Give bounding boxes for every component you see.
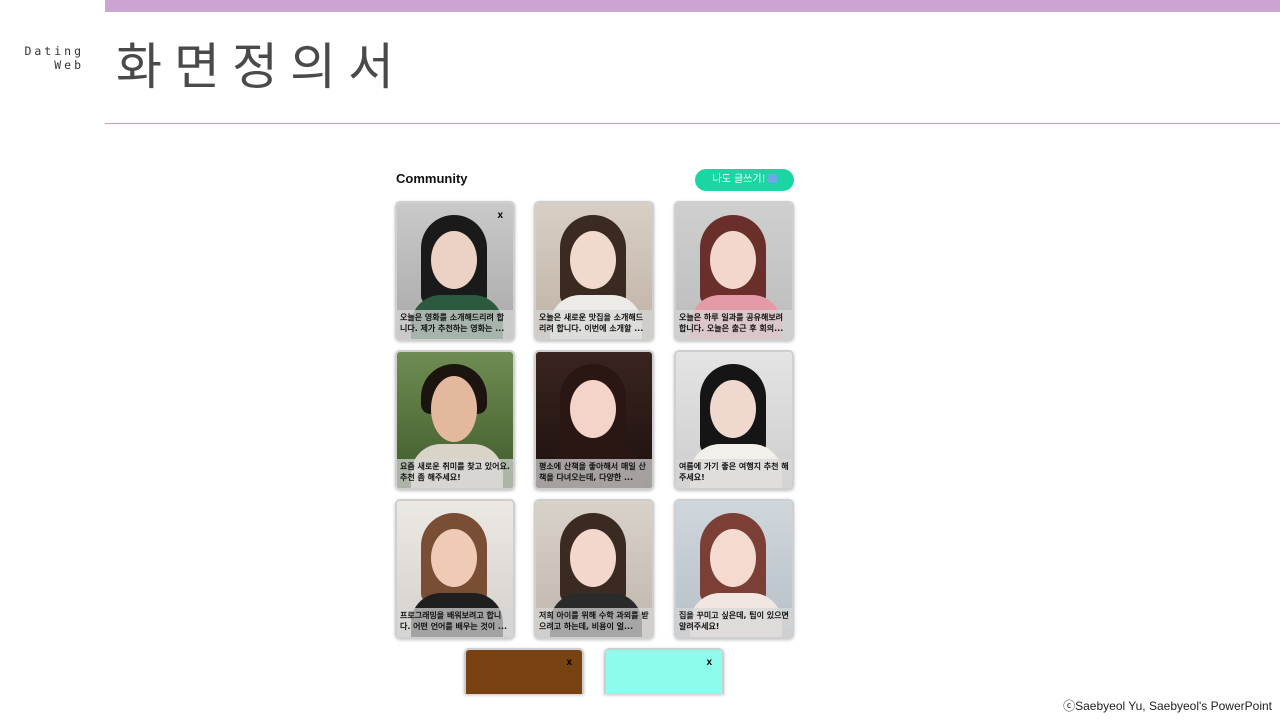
write-post-button[interactable]: 나도 글쓰기! [695, 169, 794, 191]
post-card[interactable]: 프로그래밍을 배워보려고 합니다. 어떤 언어를 배우는 것이 ... [395, 499, 515, 639]
post-caption: 여름에 가기 좋은 여행지 추천 해주세요! [676, 459, 792, 488]
post-photo [466, 650, 582, 694]
close-icon[interactable]: x [497, 210, 503, 221]
post-caption: 평소에 산책을 좋아해서 매일 산책을 다녀오는데, 다양한 ... [536, 459, 652, 488]
post-caption: 오늘은 하루 일과를 공유해보려 합니다. 오늘은 출근 후 회의... [676, 310, 792, 339]
side-label: Dating Web [0, 44, 84, 72]
post-card[interactable]: x [604, 648, 724, 694]
page-title: 화면정의서 [116, 38, 406, 96]
post-card[interactable]: 평소에 산책을 좋아해서 매일 산책을 다녀오는데, 다양한 ... [534, 350, 654, 490]
side-label-line2: Web [54, 58, 84, 72]
post-caption: 요즘 새로운 취미를 찾고 있어요. 추천 좀 해주세요! [397, 459, 513, 488]
top-accent-bar [105, 0, 1280, 12]
post-caption: 오늘은 영화를 소개해드리려 합니다. 제가 추천하는 영화는 ... [397, 310, 513, 339]
post-card[interactable]: 저희 아이를 위해 수학 과외를 받으려고 하는데, 비용이 얼... [534, 499, 654, 639]
close-icon[interactable]: x [706, 657, 712, 668]
post-caption: 오늘은 새로운 맛집을 소개해드리려 합니다. 이번에 소개할 ... [536, 310, 652, 339]
post-card[interactable]: 오늘은 새로운 맛집을 소개해드리려 합니다. 이번에 소개할 ... [534, 201, 654, 341]
community-title: Community [396, 171, 468, 186]
post-caption: 집을 꾸미고 싶은데, 팁이 있으면 알려주세요! [676, 608, 792, 637]
write-post-label: 나도 글쓰기! [712, 174, 766, 185]
post-card[interactable]: x 오늘은 영화를 소개해드리려 합니다. 제가 추천하는 영화는 ... [395, 201, 515, 341]
copyright-text: ⓒSaebyeol Yu, Saebyeol's PowerPoint [1063, 699, 1272, 713]
post-photo [606, 650, 722, 694]
side-label-line1: Dating [24, 44, 84, 58]
post-card[interactable]: x [464, 648, 584, 694]
sparkle-icon [767, 174, 777, 183]
post-card[interactable]: 요즘 새로운 취미를 찾고 있어요. 추천 좀 해주세요! [395, 350, 515, 490]
close-icon[interactable]: x [566, 657, 572, 668]
post-card[interactable]: 오늘은 하루 일과를 공유해보려 합니다. 오늘은 출근 후 회의... [674, 201, 794, 341]
title-divider [105, 123, 1280, 124]
post-card[interactable]: 집을 꾸미고 싶은데, 팁이 있으면 알려주세요! [674, 499, 794, 639]
post-caption: 프로그래밍을 배워보려고 합니다. 어떤 언어를 배우는 것이 ... [397, 608, 513, 637]
post-card[interactable]: 여름에 가기 좋은 여행지 추천 해주세요! [674, 350, 794, 490]
post-caption: 저희 아이를 위해 수학 과외를 받으려고 하는데, 비용이 얼... [536, 608, 652, 637]
